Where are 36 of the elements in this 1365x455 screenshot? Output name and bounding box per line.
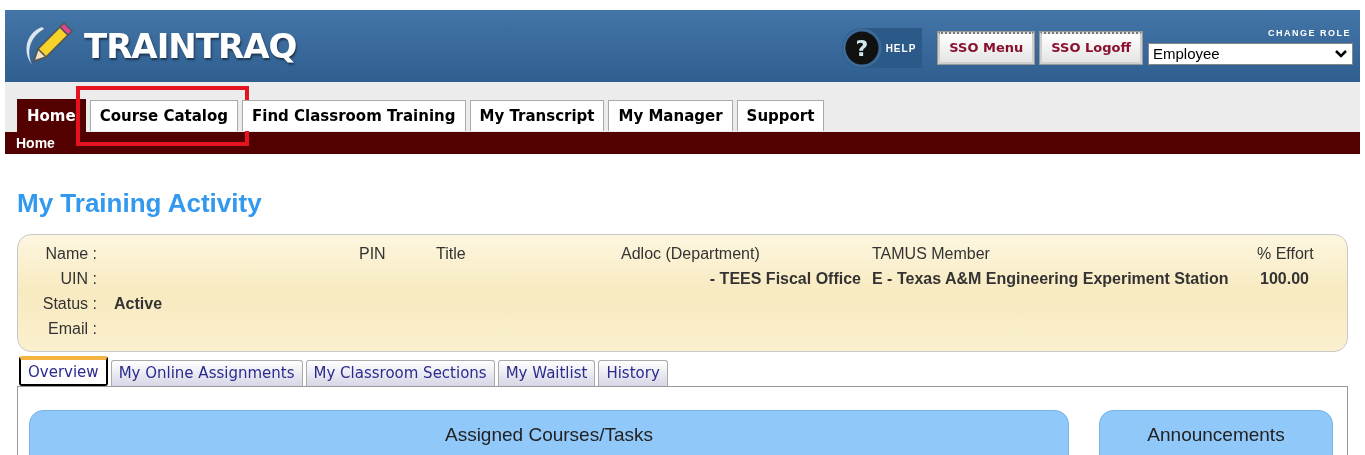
table-cell-text: 100.00 [1259,268,1310,289]
sso-button[interactable]: SSO Logoff [1040,32,1142,64]
nav-tab[interactable]: Home [17,99,86,132]
role-select[interactable]: Employee [1148,43,1353,66]
nav-tab[interactable]: Course Catalog [89,100,238,131]
page-title: My Training Activity [17,187,263,220]
help-icon: ? [841,28,882,68]
sub-tab[interactable]: My Online Assignments [110,360,303,386]
sub-tab[interactable]: My Waitlist [497,360,596,386]
panel-header: Announcements [1099,410,1333,455]
field-label: Status : [41,293,98,314]
field-label: Name : [44,243,98,264]
change-role-label: CHANGE ROLE [1268,26,1351,40]
sso-button[interactable]: SSO Menu [938,32,1035,64]
breadcrumb-link[interactable]: Home [16,132,55,154]
field-label: UIN : [59,268,98,289]
column-header: TAMUS Member [872,243,991,264]
sub-tab[interactable]: My Classroom Sections [305,360,495,386]
logo-text: TRAINTRAQ [84,24,297,68]
nav-tab[interactable]: My Manager [608,100,733,131]
sub-tab[interactable]: History [598,360,668,386]
help-button[interactable]: ? HELP [841,28,923,68]
column-header: % Effort [1257,243,1315,264]
nav-tab[interactable]: Find Classroom Training [242,100,466,131]
nav-tab[interactable]: My Transcript [469,100,605,131]
sub-tab[interactable]: Overview [19,356,108,386]
table-cell-text: - TEES Fiscal Office [708,268,862,289]
chevron-down-icon [1334,49,1348,60]
field-label: Email : [47,318,98,339]
field-value: Active [113,293,164,314]
nav-tab[interactable]: Support [736,100,825,131]
panel-header: Assigned Courses/Tasks [29,410,1069,455]
table-cell-text: E - Texas A&M Engineering Experiment Station [872,268,1230,289]
column-header: PIN [359,243,387,264]
column-header: Title [436,243,467,264]
column-header: Adloc (Department) [621,243,761,264]
